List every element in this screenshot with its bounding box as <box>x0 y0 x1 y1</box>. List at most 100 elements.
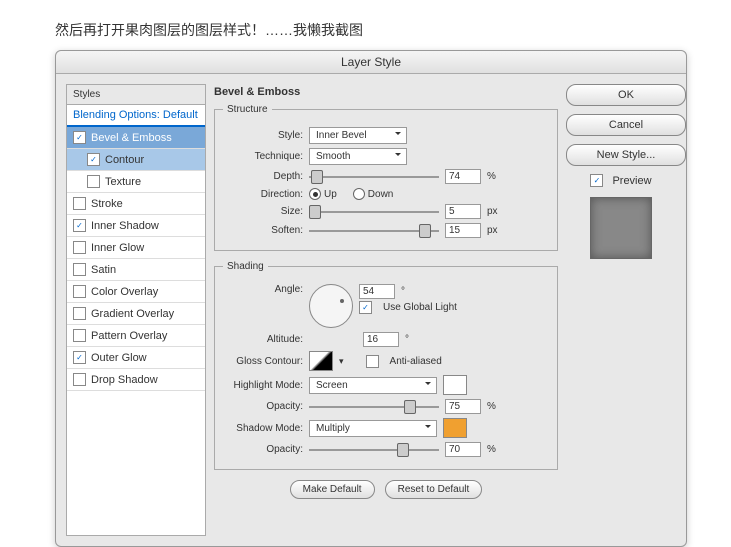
row-drop-shadow[interactable]: Drop Shadow <box>67 369 205 391</box>
label-stroke: Stroke <box>91 198 123 210</box>
structure-group: Structure Style:Inner Bevel Technique:Sm… <box>214 104 558 251</box>
checkbox-texture[interactable] <box>87 175 100 188</box>
highlight-opacity-input[interactable]: 75 <box>445 399 481 414</box>
checkbox-outer-glow[interactable] <box>73 351 86 364</box>
shadow-opacity-unit: % <box>487 444 501 455</box>
highlight-color-swatch[interactable] <box>443 375 467 395</box>
settings-column: Bevel & Emboss Structure Style:Inner Bev… <box>214 84 558 536</box>
label-drop-shadow: Drop Shadow <box>91 374 158 386</box>
row-contour[interactable]: Contour <box>67 149 205 171</box>
altitude-label: Altitude: <box>223 334 303 345</box>
dialog-title: Layer Style <box>56 51 686 74</box>
label-contour: Contour <box>105 154 144 166</box>
checkbox-global-light[interactable] <box>359 301 372 314</box>
row-inner-glow[interactable]: Inner Glow <box>67 237 205 259</box>
soften-input[interactable]: 15 <box>445 223 481 238</box>
shadow-mode-dropdown[interactable]: Multiply <box>309 420 437 437</box>
altitude-input[interactable]: 16 <box>363 332 399 347</box>
row-color-overlay[interactable]: Color Overlay <box>67 281 205 303</box>
depth-input[interactable]: 74 <box>445 169 481 184</box>
radio-down[interactable]: Down <box>353 188 394 200</box>
label-texture: Texture <box>105 176 141 188</box>
highlight-opacity-slider[interactable] <box>309 400 439 414</box>
row-inner-shadow[interactable]: Inner Shadow <box>67 215 205 237</box>
size-label: Size: <box>223 206 303 217</box>
highlight-opacity-unit: % <box>487 401 501 412</box>
row-stroke[interactable]: Stroke <box>67 193 205 215</box>
label-gradient-overlay: Gradient Overlay <box>91 308 174 320</box>
checkbox-contour[interactable] <box>87 153 100 166</box>
checkbox-inner-shadow[interactable] <box>73 219 86 232</box>
shadow-opacity-label: Opacity: <box>223 444 303 455</box>
label-inner-shadow: Inner Shadow <box>91 220 159 232</box>
style-dropdown[interactable]: Inner Bevel <box>309 127 407 144</box>
label-pattern-overlay: Pattern Overlay <box>91 330 167 342</box>
effects-column: Styles Blending Options: Default Bevel &… <box>66 84 206 536</box>
ok-button[interactable]: OK <box>566 84 686 106</box>
checkbox-preview[interactable] <box>590 174 603 187</box>
shading-group: Shading Angle: 54° Use Global Light Alti… <box>214 261 558 470</box>
angle-unit: ° <box>401 286 415 297</box>
radio-up[interactable]: Up <box>309 188 337 200</box>
highlight-opacity-label: Opacity: <box>223 401 303 412</box>
size-slider[interactable] <box>309 205 439 219</box>
new-style-button[interactable]: New Style... <box>566 144 686 166</box>
soften-label: Soften: <box>223 225 303 236</box>
size-unit: px <box>487 206 501 217</box>
checkbox-anti-aliased[interactable] <box>366 355 379 368</box>
checkbox-pattern-overlay[interactable] <box>73 329 86 342</box>
row-blending-options[interactable]: Blending Options: Default <box>67 105 205 127</box>
checkbox-bevel[interactable] <box>73 131 86 144</box>
reset-default-button[interactable]: Reset to Default <box>385 480 483 499</box>
soften-slider[interactable] <box>309 224 439 238</box>
checkbox-gradient-overlay[interactable] <box>73 307 86 320</box>
panel-title: Bevel & Emboss <box>214 84 558 100</box>
label-satin: Satin <box>91 264 116 276</box>
row-gradient-overlay[interactable]: Gradient Overlay <box>67 303 205 325</box>
angle-input[interactable]: 54 <box>359 284 395 299</box>
label-outer-glow: Outer Glow <box>91 352 147 364</box>
technique-dropdown[interactable]: Smooth <box>309 148 407 165</box>
label-color-overlay: Color Overlay <box>91 286 158 298</box>
technique-label: Technique: <box>223 151 303 162</box>
depth-unit: % <box>487 171 501 182</box>
shading-legend: Shading <box>223 261 268 272</box>
preview-label: Preview <box>612 175 651 187</box>
row-texture[interactable]: Texture <box>67 171 205 193</box>
size-input[interactable]: 5 <box>445 204 481 219</box>
styles-header[interactable]: Styles <box>66 84 206 105</box>
checkbox-stroke[interactable] <box>73 197 86 210</box>
effects-list: Blending Options: Default Bevel & Emboss… <box>66 105 206 536</box>
row-outer-glow[interactable]: Outer Glow <box>67 347 205 369</box>
checkbox-drop-shadow[interactable] <box>73 373 86 386</box>
soften-unit: px <box>487 225 501 236</box>
make-default-button[interactable]: Make Default <box>290 480 375 499</box>
direction-label: Direction: <box>223 189 303 200</box>
shadow-mode-label: Shadow Mode: <box>223 423 303 434</box>
shadow-opacity-slider[interactable] <box>309 443 439 457</box>
row-satin[interactable]: Satin <box>67 259 205 281</box>
right-column: OK Cancel New Style... Preview <box>566 84 676 536</box>
checkbox-satin[interactable] <box>73 263 86 276</box>
gloss-contour-label: Gloss Contour: <box>223 356 303 367</box>
angle-dial[interactable] <box>309 284 353 328</box>
row-pattern-overlay[interactable]: Pattern Overlay <box>67 325 205 347</box>
preview-thumbnail <box>590 197 652 259</box>
checkbox-inner-glow[interactable] <box>73 241 86 254</box>
structure-legend: Structure <box>223 104 272 115</box>
depth-label: Depth: <box>223 171 303 182</box>
checkbox-color-overlay[interactable] <box>73 285 86 298</box>
depth-slider[interactable] <box>309 170 439 184</box>
gloss-contour-picker[interactable] <box>309 351 333 371</box>
highlight-mode-label: Highlight Mode: <box>223 380 303 391</box>
highlight-mode-dropdown[interactable]: Screen <box>309 377 437 394</box>
shadow-color-swatch[interactable] <box>443 418 467 438</box>
caption-text: 然后再打开果肉图层的图层样式！……我懒我截图 <box>0 0 731 50</box>
anti-aliased-label: Anti-aliased <box>390 356 442 367</box>
cancel-button[interactable]: Cancel <box>566 114 686 136</box>
layer-style-dialog: Layer Style Styles Blending Options: Def… <box>55 50 687 547</box>
label-bevel: Bevel & Emboss <box>91 132 172 144</box>
shadow-opacity-input[interactable]: 70 <box>445 442 481 457</box>
label-inner-glow: Inner Glow <box>91 242 144 254</box>
row-bevel-emboss[interactable]: Bevel & Emboss <box>67 127 205 149</box>
